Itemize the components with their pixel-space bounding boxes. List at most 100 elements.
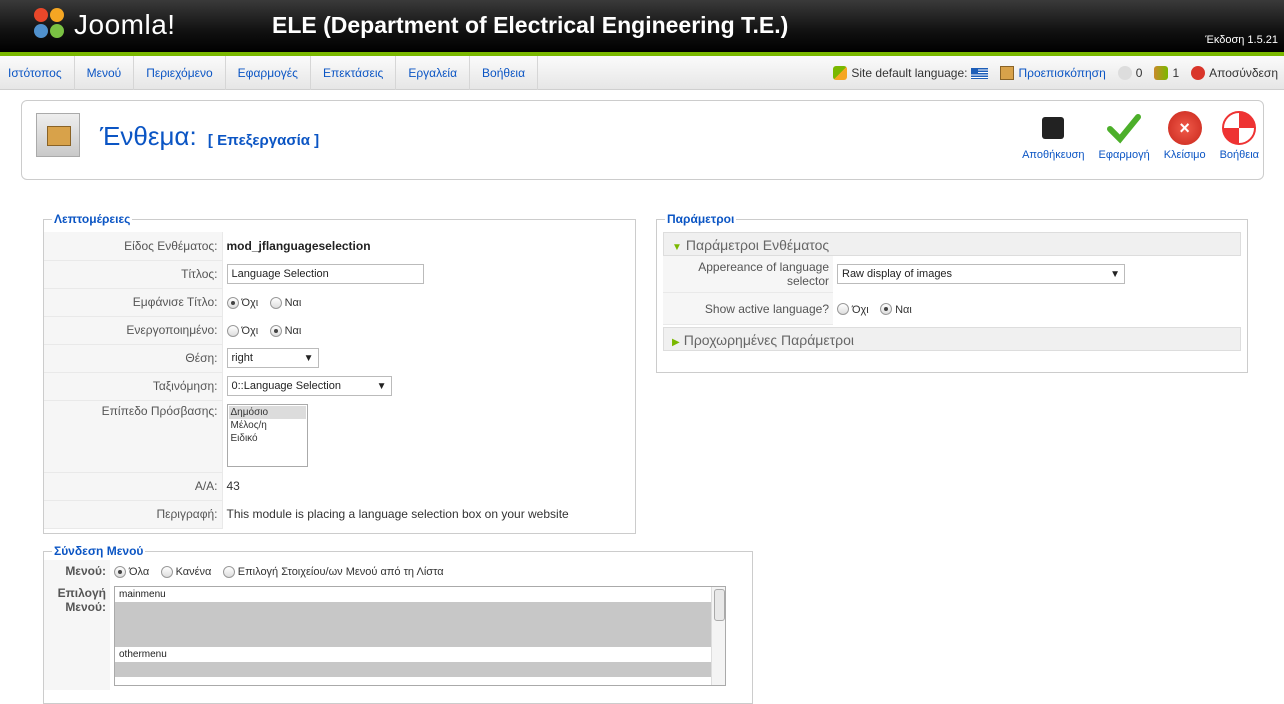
- menu-group-othermenu: othermenu: [119, 649, 167, 660]
- details-fieldset: Λεπτομέρειες Είδος Ενθέματος: mod_jflang…: [43, 212, 636, 534]
- preview-icon: [1000, 66, 1015, 80]
- appearance-select[interactable]: Raw display of images ▼: [837, 264, 1125, 285]
- row-show-title: Εμφάνισε Τίτλο: Όχι Ναι: [44, 288, 635, 317]
- menu-group-mainmenu: mainmenu: [119, 589, 166, 600]
- page-title-sub: [ Επεξεργασία ]: [207, 132, 320, 149]
- menu-tools[interactable]: Εργαλεία: [396, 55, 471, 90]
- order-select[interactable]: 0::Language Selection ▼: [226, 376, 392, 396]
- menu-selection-label-2: Μενού:: [65, 600, 106, 614]
- apply-button[interactable]: Εφαρμογή: [1099, 111, 1150, 161]
- menus-none-radio[interactable]: [160, 565, 173, 578]
- position-select[interactable]: right ▼: [226, 348, 319, 368]
- module-params-table: Appereance of language selector Raw disp…: [663, 256, 1241, 325]
- chevron-down-icon: ▼: [303, 352, 314, 364]
- preview-link[interactable]: Προεπισκόπηση: [1000, 66, 1106, 80]
- menu-menus[interactable]: Μενού: [75, 55, 135, 90]
- version-label: Έκδοση 1.5.21: [1205, 34, 1278, 46]
- show-active-label: Show active language?: [663, 292, 833, 325]
- close-button[interactable]: × Κλείσιμο: [1164, 111, 1206, 161]
- row-id: Α/Α: 43: [44, 472, 635, 501]
- toolbar-buttons: Αποθήκευση Εφαρμογή × Κλείσιμο Βοήθεια: [1008, 111, 1259, 161]
- enabled-no-radio[interactable]: [226, 324, 239, 337]
- brand-name: Joomla!: [74, 9, 176, 40]
- help-button[interactable]: Βοήθεια: [1220, 111, 1259, 161]
- listbox-scrollbar[interactable]: [711, 587, 725, 685]
- show-active-yes-radio[interactable]: [880, 303, 893, 316]
- menu-selection-listbox[interactable]: mainmenu othermenu: [114, 586, 726, 686]
- access-option-registered[interactable]: Μέλος/η: [229, 419, 306, 432]
- row-enabled: Ενεργοποιημένο: Όχι Ναι: [44, 316, 635, 345]
- menus-none-label: Κανένα: [175, 566, 212, 578]
- menu-content[interactable]: Περιεχόμενο: [134, 55, 226, 90]
- users-count[interactable]: 1: [1154, 66, 1179, 80]
- title-input[interactable]: Language Selection: [226, 264, 424, 284]
- menu-extensions[interactable]: Επεκτάσεις: [311, 55, 397, 90]
- show-title-no-radio[interactable]: [226, 296, 239, 309]
- menus-label: Μενού:: [44, 560, 110, 582]
- row-description: Περιγραφή: This module is placing a lang…: [44, 500, 635, 529]
- joomla-logo: Joomla!: [34, 8, 176, 42]
- language-icon: [833, 66, 848, 80]
- access-option-special[interactable]: Ειδικό: [229, 432, 306, 445]
- access-option-public[interactable]: Δημόσιο: [228, 405, 306, 419]
- show-title-no-label: Όχι: [241, 297, 259, 309]
- appearance-label: Appereance of language selector: [663, 256, 833, 293]
- logout-label[interactable]: Αποσύνδεση: [1209, 66, 1278, 80]
- row-show-active: Show active language? Όχι Ναι: [663, 292, 1241, 325]
- menu-option[interactable]: [115, 662, 725, 677]
- menu-link-fieldset: Σύνδεση Μενού Μενού: Όλα Κανένα Επιλογή …: [43, 544, 753, 704]
- title-label: Τίτλος:: [44, 260, 223, 289]
- checkmark-icon: [1107, 111, 1142, 145]
- admin-header: Joomla! ELE (Department of Electrical En…: [0, 0, 1284, 56]
- details-table: Είδος Ενθέματος: mod_jflanguageselection…: [44, 232, 635, 529]
- menu-components[interactable]: Εφαρμογές: [226, 55, 311, 90]
- appearance-value: Raw display of images: [842, 268, 953, 281]
- access-label: Επίπεδο Πρόσβασης:: [44, 400, 223, 473]
- triangle-right-icon: ▶: [672, 337, 680, 348]
- row-appearance: Appereance of language selector Raw disp…: [663, 256, 1241, 293]
- advanced-params-toggle[interactable]: ▶ Προχωρημένες Παράμετροι: [663, 327, 1241, 351]
- show-active-no-label: Όχι: [852, 303, 869, 316]
- enabled-label: Ενεργοποιημένο:: [44, 316, 223, 345]
- order-value: 0::Language Selection: [231, 380, 341, 392]
- page-title: Ένθεμα: [ Επεξεργασία ]: [100, 121, 319, 152]
- users-count-value: 1: [1172, 66, 1180, 80]
- menu-selection-label-1: Επιλογή: [57, 586, 106, 600]
- lifebuoy-icon: [1222, 111, 1257, 145]
- description-label: Περιγραφή:: [44, 500, 223, 529]
- messages-count[interactable]: 0: [1117, 66, 1143, 80]
- close-label: Κλείσιμο: [1163, 149, 1206, 161]
- menus-all-radio[interactable]: [114, 565, 126, 578]
- enabled-yes-radio[interactable]: [269, 324, 282, 337]
- menu-link-table: Μενού: Όλα Κανένα Επιλογή Στοιχείου/ων Μ…: [44, 560, 730, 690]
- show-active-yes-label: Ναι: [895, 303, 912, 316]
- main-menubar: Ιστότοπος Μενού Περιεχόμενο Εφαρμογές Επ…: [0, 55, 1284, 90]
- show-title-yes-label: Ναι: [284, 297, 302, 309]
- id-label: Α/Α:: [44, 472, 223, 501]
- menu-option[interactable]: [115, 617, 725, 632]
- users-icon: [1154, 66, 1169, 80]
- messages-count-value: 0: [1135, 66, 1143, 80]
- preview-label[interactable]: Προεπισκόπηση: [1018, 66, 1105, 80]
- menu-help[interactable]: Βοήθεια: [470, 55, 539, 90]
- joomla-logo-icon: [34, 8, 68, 42]
- menu-site[interactable]: Ιστότοπος: [0, 55, 75, 90]
- access-listbox[interactable]: Δημόσιο Μέλος/η Ειδικό: [226, 403, 308, 467]
- show-active-no-radio[interactable]: [837, 303, 849, 316]
- show-title-yes-radio[interactable]: [269, 296, 282, 309]
- logout-link[interactable]: Αποσύνδεση: [1191, 66, 1278, 80]
- save-button[interactable]: Αποθήκευση: [1022, 111, 1085, 161]
- parameters-fieldset: Παράμετροι ▼ Παράμετροι Ενθέματος Apperea…: [656, 212, 1248, 373]
- menu-option[interactable]: [115, 632, 725, 647]
- menu-option[interactable]: [115, 602, 725, 617]
- menus-select-label: Επιλογή Στοιχείου/ων Μενού από τη Λίστα: [237, 566, 444, 578]
- greek-flag-icon: [971, 67, 989, 79]
- module-params-head: Παράμετροι Ενθέματος: [685, 237, 830, 253]
- row-order: Ταξινόμηση: 0::Language Selection ▼: [44, 372, 635, 401]
- menus-select-radio[interactable]: [222, 565, 235, 578]
- default-language-label: Site default language:: [851, 66, 968, 80]
- module-params-toggle[interactable]: ▼ Παράμετροι Ενθέματος: [663, 232, 1241, 256]
- status-bar: Site default language: Προεπισκόπηση 0 1…: [821, 56, 1278, 90]
- default-language: Site default language:: [833, 66, 989, 80]
- floppy-disk-icon: [1042, 117, 1065, 139]
